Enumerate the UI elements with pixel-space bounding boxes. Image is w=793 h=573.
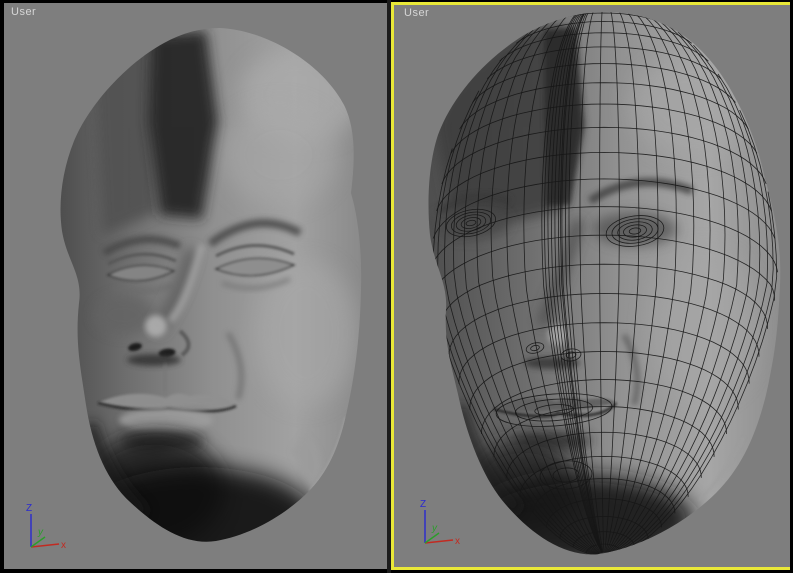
viewport-wireframe-active[interactable]: User Z x y (391, 2, 790, 570)
x-axis-label: x (455, 536, 460, 547)
axis-tripod-icon: Z x y (26, 503, 66, 551)
x-axis-label: x (61, 540, 66, 551)
y-axis-label: y (431, 523, 438, 534)
viewport-label[interactable]: User (404, 7, 429, 19)
viewport-label[interactable]: User (11, 6, 36, 18)
z-axis-label: Z (420, 499, 426, 510)
z-axis-label: Z (26, 503, 32, 514)
head-model-wireframe[interactable] (394, 5, 790, 567)
axis-tripod-icon: Z x y (420, 499, 460, 547)
head-model-shaded[interactable] (4, 3, 387, 569)
viewport-shaded[interactable]: User Z x y (4, 3, 387, 569)
y-axis-label: y (37, 527, 44, 538)
